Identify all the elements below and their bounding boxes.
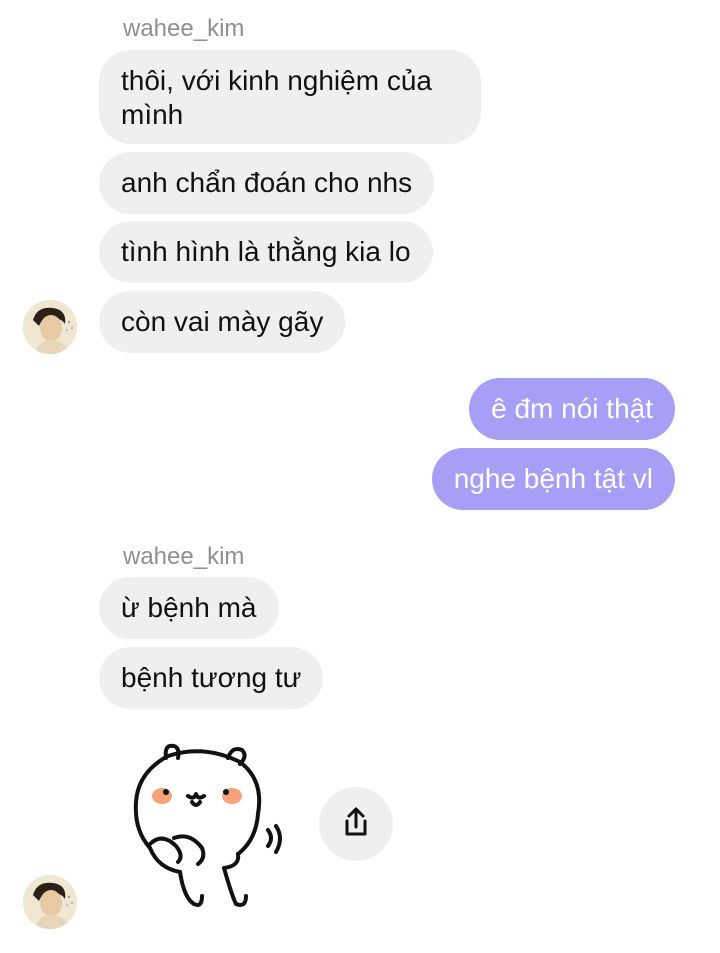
bear-illustration bbox=[133, 743, 282, 907]
message-text: thôi, với kinh nghiệm của mình bbox=[121, 65, 432, 130]
avatar[interactable] bbox=[23, 300, 77, 354]
avatar[interactable] bbox=[23, 875, 77, 929]
message-bubble[interactable]: thôi, với kinh nghiệm của mình bbox=[99, 50, 481, 144]
message-text: bệnh tương tư bbox=[121, 662, 302, 693]
message-bubble[interactable]: còn vai mày gãy bbox=[99, 291, 346, 353]
message-bubble[interactable]: ừ bệnh mà bbox=[99, 577, 279, 639]
message-text: còn vai mày gãy bbox=[121, 306, 324, 337]
message-text: ê đm nói thật bbox=[491, 393, 653, 424]
avatar-photo bbox=[23, 300, 77, 354]
message-text: nghe bệnh tật vl bbox=[453, 463, 653, 494]
avatar-photo bbox=[23, 875, 77, 929]
message-bubble[interactable]: bệnh tương tư bbox=[99, 647, 324, 709]
white-bear-sticker[interactable] bbox=[128, 736, 288, 912]
message-bubble[interactable]: tình hình là thằng kia lo bbox=[99, 221, 433, 283]
message-text: anh chẩn đoán cho nhs bbox=[121, 167, 413, 198]
message-bubble[interactable]: anh chẩn đoán cho nhs bbox=[99, 152, 435, 214]
message-text: tình hình là thằng kia lo bbox=[121, 236, 411, 267]
share-button[interactable] bbox=[319, 787, 393, 861]
message-bubble-outgoing[interactable]: ê đm nói thật bbox=[469, 378, 675, 440]
sender-name[interactable]: wahee_kim bbox=[123, 15, 244, 43]
share-icon bbox=[339, 805, 373, 844]
message-bubble-outgoing[interactable]: nghe bệnh tật vl bbox=[431, 448, 675, 510]
message-text: ừ bệnh mà bbox=[121, 592, 257, 623]
sender-name[interactable]: wahee_kim bbox=[123, 543, 244, 571]
